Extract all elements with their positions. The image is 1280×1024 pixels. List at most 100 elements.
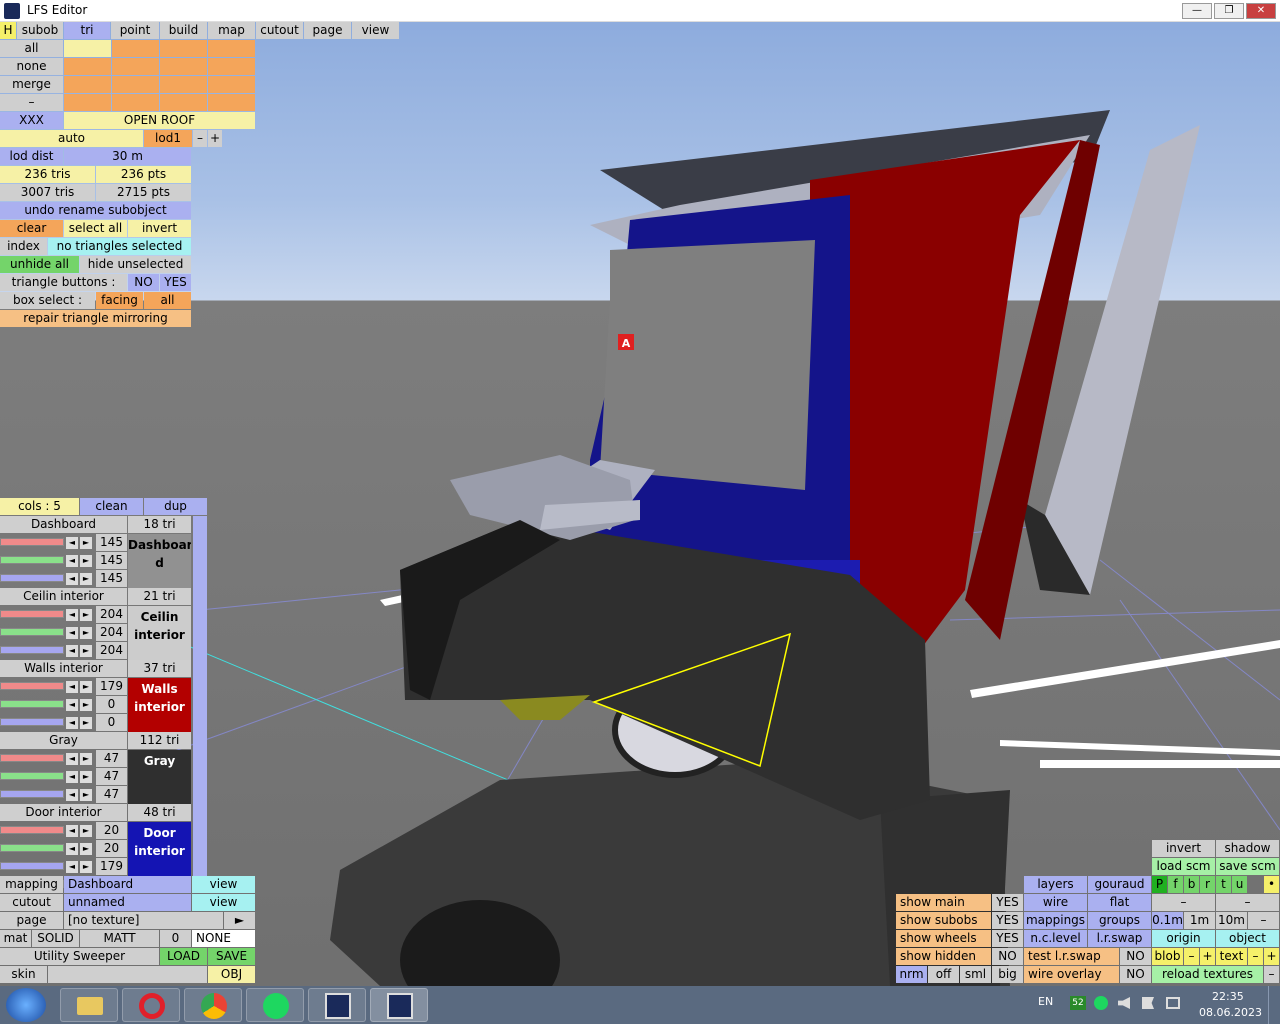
subob-slot[interactable] xyxy=(208,94,255,111)
tri-buttons-no[interactable]: NO xyxy=(128,274,159,291)
subob-slot[interactable] xyxy=(208,40,255,57)
mat-value[interactable]: 0 xyxy=(160,930,191,947)
b-slider[interactable] xyxy=(0,574,64,582)
explorer-taskbar-icon[interactable] xyxy=(60,988,118,1022)
b-slider[interactable] xyxy=(0,790,64,798)
g-value[interactable]: 145 xyxy=(96,552,127,569)
page-value[interactable]: [no texture] xyxy=(64,912,223,929)
arrow-left-icon[interactable]: ◄ xyxy=(66,681,78,693)
b-value[interactable]: 145 xyxy=(96,570,127,587)
flag-b[interactable]: b xyxy=(1184,876,1199,893)
save-button[interactable]: SAVE xyxy=(208,948,255,965)
invert-view-button[interactable]: invert xyxy=(1152,840,1215,857)
subob-slot[interactable] xyxy=(112,40,159,57)
subob-slot[interactable] xyxy=(64,58,111,75)
arrow-right-icon[interactable]: ► xyxy=(80,609,92,621)
mat-none[interactable]: NONE xyxy=(192,930,255,947)
flag-u[interactable]: u xyxy=(1232,876,1247,893)
color-swatch[interactable]: Gray xyxy=(128,750,191,804)
merge-button[interactable]: merge xyxy=(0,76,63,93)
volume-icon[interactable] xyxy=(1118,997,1130,1009)
subob-slot[interactable] xyxy=(64,76,111,93)
step-01m[interactable]: 0.1m xyxy=(1152,912,1183,929)
arrow-left-icon[interactable]: ◄ xyxy=(66,573,78,585)
arrow-left-icon[interactable]: ◄ xyxy=(66,843,78,855)
show-wheels-toggle[interactable]: show wheels xyxy=(896,930,991,947)
show-desktop-button[interactable] xyxy=(1268,986,1280,1024)
opera-taskbar-icon[interactable] xyxy=(122,988,180,1022)
nrm-button[interactable]: nrm xyxy=(896,966,927,983)
lfs-taskbar-icon[interactable] xyxy=(308,988,366,1022)
box-select-facing[interactable]: facing xyxy=(96,292,143,309)
text-minus[interactable]: – xyxy=(1248,948,1263,965)
r-value[interactable]: 47 xyxy=(96,750,127,767)
lod-dist-value[interactable]: 30 m xyxy=(64,148,191,165)
menu-tri[interactable]: tri xyxy=(64,22,110,39)
test-lr-swap-value[interactable]: NO xyxy=(1120,948,1151,965)
colors-scrollbar[interactable] xyxy=(193,516,207,876)
wire-overlay-value[interactable]: NO xyxy=(1120,966,1151,983)
arrow-right-icon[interactable]: ► xyxy=(80,753,92,765)
load-scm-button[interactable]: load scm xyxy=(1152,858,1215,875)
groups-button[interactable]: groups xyxy=(1088,912,1151,929)
r-slider[interactable] xyxy=(0,826,64,834)
invert-button[interactable]: invert xyxy=(128,220,191,237)
minimize-button[interactable]: — xyxy=(1182,3,1212,19)
obj-button[interactable]: OBJ xyxy=(208,966,255,983)
color-swatch[interactable]: Dashboar d xyxy=(128,534,191,588)
subob-slot[interactable] xyxy=(112,94,159,111)
mat-solid[interactable]: SOLID xyxy=(32,930,79,947)
gouraud-button[interactable]: gouraud xyxy=(1088,876,1151,893)
arrow-left-icon[interactable]: ◄ xyxy=(66,753,78,765)
color-name[interactable]: Ceilin interior xyxy=(0,588,127,605)
arrow-left-icon[interactable]: ◄ xyxy=(66,699,78,711)
arrow-left-icon[interactable]: ◄ xyxy=(66,645,78,657)
arrow-right-icon[interactable]: ► xyxy=(80,555,92,567)
clear-button[interactable]: clear xyxy=(0,220,63,237)
r-value[interactable]: 145 xyxy=(96,534,127,551)
show-subobs-value[interactable]: YES xyxy=(992,912,1023,929)
arrow-right-icon[interactable]: ► xyxy=(80,861,92,873)
spacer-dash-1[interactable]: – xyxy=(1152,894,1215,911)
subob-slot[interactable] xyxy=(64,94,111,111)
show-hidden-value[interactable]: NO xyxy=(992,948,1023,965)
flag-dot[interactable]: • xyxy=(1264,876,1279,893)
arrow-right-icon[interactable]: ► xyxy=(80,573,92,585)
r-slider[interactable] xyxy=(0,610,64,618)
flag-t[interactable]: t xyxy=(1216,876,1231,893)
flat-button[interactable]: flat xyxy=(1088,894,1151,911)
subob-slot[interactable] xyxy=(208,58,255,75)
save-scm-button[interactable]: save scm xyxy=(1216,858,1279,875)
dash-button[interactable]: – xyxy=(0,94,63,111)
xxx-button[interactable]: XXX xyxy=(0,112,63,129)
arrow-right-icon[interactable]: ► xyxy=(80,645,92,657)
arrow-left-icon[interactable]: ◄ xyxy=(66,717,78,729)
b-slider[interactable] xyxy=(0,862,64,870)
blob-button[interactable]: blob xyxy=(1152,948,1183,965)
cutout-view-button[interactable]: view xyxy=(192,894,255,911)
show-main-toggle[interactable]: show main xyxy=(896,894,991,911)
g-slider[interactable] xyxy=(0,556,64,564)
r-value[interactable]: 20 xyxy=(96,822,127,839)
menu-map[interactable]: map xyxy=(208,22,255,39)
color-name[interactable]: Dashboard xyxy=(0,516,127,533)
hide-unselected-button[interactable]: hide unselected xyxy=(80,256,191,273)
g-value[interactable]: 20 xyxy=(96,840,127,857)
network-icon[interactable] xyxy=(1166,997,1180,1009)
test-lr-swap-toggle[interactable]: test l.r.swap xyxy=(1024,948,1119,965)
menu-page[interactable]: page xyxy=(304,22,351,39)
cutout-value[interactable]: unnamed xyxy=(64,894,191,911)
clock-date[interactable]: 08.06.2023 xyxy=(1199,1006,1262,1019)
arrow-left-icon[interactable]: ◄ xyxy=(66,609,78,621)
arrow-left-icon[interactable]: ◄ xyxy=(66,861,78,873)
step-10m[interactable]: 10m xyxy=(1216,912,1247,929)
arrow-right-icon[interactable]: ► xyxy=(80,681,92,693)
b-slider[interactable] xyxy=(0,718,64,726)
subob-slot[interactable] xyxy=(112,76,159,93)
text-plus[interactable]: + xyxy=(1264,948,1279,965)
mat-matt[interactable]: MATT xyxy=(80,930,159,947)
skin-field[interactable] xyxy=(48,966,207,983)
b-slider[interactable] xyxy=(0,646,64,654)
mappings-button[interactable]: mappings xyxy=(1024,912,1087,929)
g-value[interactable]: 47 xyxy=(96,768,127,785)
